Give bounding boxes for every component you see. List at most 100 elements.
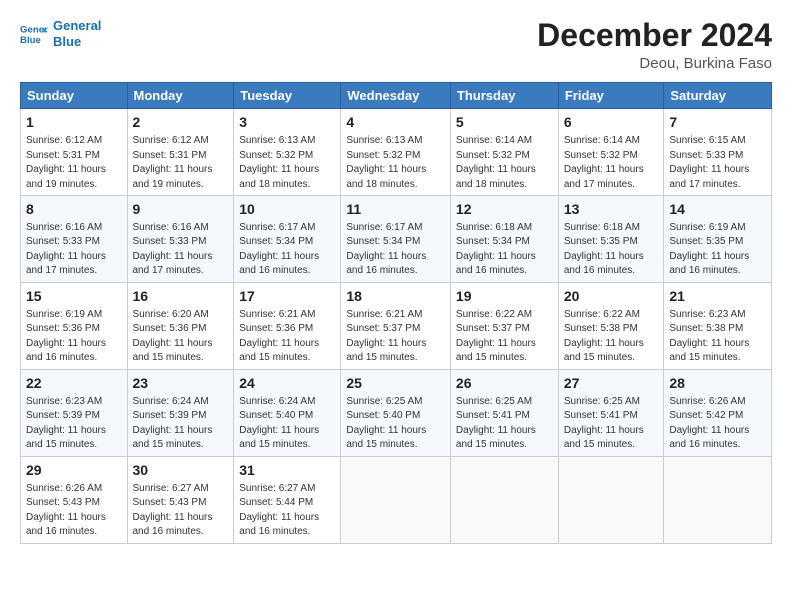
table-row: 20 Sunrise: 6:22 AMSunset: 5:38 PMDayligh…: [558, 282, 664, 369]
calendar-header-row: Sunday Monday Tuesday Wednesday Thursday…: [21, 83, 772, 109]
day-number: 11: [346, 200, 445, 219]
location: Deou, Burkina Faso: [537, 55, 772, 72]
day-info: Sunrise: 6:19 AMSunset: 5:35 PMDaylight:…: [669, 222, 749, 277]
day-number: 4: [346, 113, 445, 132]
page: General Blue General Blue December 2024 …: [0, 0, 792, 554]
table-row: 16 Sunrise: 6:20 AMSunset: 5:36 PMDayligh…: [127, 282, 234, 369]
day-info: Sunrise: 6:22 AMSunset: 5:38 PMDaylight:…: [564, 309, 644, 364]
day-number: 8: [26, 200, 122, 219]
col-friday: Friday: [558, 83, 664, 109]
day-number: 27: [564, 374, 659, 393]
day-number: 30: [133, 461, 229, 480]
day-info: Sunrise: 6:17 AMSunset: 5:34 PMDaylight:…: [346, 222, 426, 277]
day-info: Sunrise: 6:22 AMSunset: 5:37 PMDaylight:…: [456, 309, 536, 364]
month-title: December 2024: [537, 18, 772, 53]
day-number: 3: [239, 113, 335, 132]
table-row: 7 Sunrise: 6:15 AMSunset: 5:33 PMDaylight…: [664, 109, 772, 196]
logo-general: General: [53, 18, 101, 33]
table-row: 23Sunrise: 6:24 AMSunset: 5:39 PMDayligh…: [127, 369, 234, 456]
day-info: Sunrise: 6:27 AMSunset: 5:44 PMDaylight:…: [239, 483, 319, 538]
table-row: 4Sunrise: 6:13 AMSunset: 5:32 PMDaylight…: [341, 109, 451, 196]
day-number: 19: [456, 287, 553, 306]
table-row: 17Sunrise: 6:21 AMSunset: 5:36 PMDayligh…: [234, 282, 341, 369]
day-info: Sunrise: 6:23 AMSunset: 5:38 PMDaylight:…: [669, 309, 749, 364]
table-row: 9Sunrise: 6:16 AMSunset: 5:33 PMDaylight…: [127, 196, 234, 283]
table-row: 19 Sunrise: 6:22 AMSunset: 5:37 PMDayligh…: [450, 282, 558, 369]
day-info: Sunrise: 6:23 AMSunset: 5:39 PMDaylight:…: [26, 396, 106, 451]
day-number: 6: [564, 113, 659, 132]
logo-text-block: General Blue: [53, 18, 101, 49]
day-number: 9: [133, 200, 229, 219]
day-info: Sunrise: 6:17 AMSunset: 5:34 PMDaylight:…: [239, 222, 319, 277]
day-number: 28: [669, 374, 766, 393]
day-info: Sunrise: 6:25 AMSunset: 5:41 PMDaylight:…: [564, 396, 644, 451]
table-row: 31 Sunrise: 6:27 AMSunset: 5:44 PMDayligh…: [234, 456, 341, 543]
day-number: 24: [239, 374, 335, 393]
table-row: 13 Sunrise: 6:18 AMSunset: 5:35 PMDayligh…: [558, 196, 664, 283]
table-row: 26 Sunrise: 6:25 AMSunset: 5:41 PMDayligh…: [450, 369, 558, 456]
table-row: [558, 456, 664, 543]
calendar-week-row: 15 Sunrise: 6:19 AMSunset: 5:36 PMDayligh…: [21, 282, 772, 369]
table-row: 8 Sunrise: 6:16 AMSunset: 5:33 PMDaylight…: [21, 196, 128, 283]
day-number: 22: [26, 374, 122, 393]
table-row: 22 Sunrise: 6:23 AMSunset: 5:39 PMDayligh…: [21, 369, 128, 456]
title-block: December 2024 Deou, Burkina Faso: [537, 18, 772, 72]
day-info: Sunrise: 6:18 AMSunset: 5:35 PMDaylight:…: [564, 222, 644, 277]
day-info: Sunrise: 6:20 AMSunset: 5:36 PMDaylight:…: [133, 309, 213, 364]
day-info: Sunrise: 6:24 AMSunset: 5:40 PMDaylight:…: [239, 396, 319, 451]
col-tuesday: Tuesday: [234, 83, 341, 109]
table-row: 1Sunrise: 6:12 AMSunset: 5:31 PMDaylight…: [21, 109, 128, 196]
day-info: Sunrise: 6:19 AMSunset: 5:36 PMDaylight:…: [26, 309, 106, 364]
day-info: Sunrise: 6:16 AMSunset: 5:33 PMDaylight:…: [26, 222, 106, 277]
day-info: Sunrise: 6:13 AMSunset: 5:32 PMDaylight:…: [239, 135, 319, 190]
table-row: 30Sunrise: 6:27 AMSunset: 5:43 PMDayligh…: [127, 456, 234, 543]
col-wednesday: Wednesday: [341, 83, 451, 109]
day-info: Sunrise: 6:25 AMSunset: 5:40 PMDaylight:…: [346, 396, 426, 451]
day-info: Sunrise: 6:25 AMSunset: 5:41 PMDaylight:…: [456, 396, 536, 451]
table-row: [664, 456, 772, 543]
day-number: 7: [669, 113, 766, 132]
col-sunday: Sunday: [21, 83, 128, 109]
day-info: Sunrise: 6:14 AMSunset: 5:32 PMDaylight:…: [456, 135, 536, 190]
table-row: 18 Sunrise: 6:21 AMSunset: 5:37 PMDayligh…: [341, 282, 451, 369]
col-monday: Monday: [127, 83, 234, 109]
logo-blue: Blue: [53, 34, 81, 49]
day-number: 5: [456, 113, 553, 132]
table-row: 29 Sunrise: 6:26 AMSunset: 5:43 PMDayligh…: [21, 456, 128, 543]
day-info: Sunrise: 6:26 AMSunset: 5:43 PMDaylight:…: [26, 483, 106, 538]
day-number: 25: [346, 374, 445, 393]
day-info: Sunrise: 6:18 AMSunset: 5:34 PMDaylight:…: [456, 222, 536, 277]
logo: General Blue General Blue: [20, 18, 101, 49]
day-number: 1: [26, 113, 122, 132]
table-row: 5 Sunrise: 6:14 AMSunset: 5:32 PMDaylight…: [450, 109, 558, 196]
day-info: Sunrise: 6:15 AMSunset: 5:33 PMDaylight:…: [669, 135, 749, 190]
day-number: 16: [133, 287, 229, 306]
day-info: Sunrise: 6:21 AMSunset: 5:37 PMDaylight:…: [346, 309, 426, 364]
table-row: [450, 456, 558, 543]
day-info: Sunrise: 6:12 AMSunset: 5:31 PMDaylight:…: [133, 135, 213, 190]
table-row: 3 Sunrise: 6:13 AMSunset: 5:32 PMDaylight…: [234, 109, 341, 196]
day-number: 2: [133, 113, 229, 132]
calendar-week-row: 29 Sunrise: 6:26 AMSunset: 5:43 PMDayligh…: [21, 456, 772, 543]
day-number: 13: [564, 200, 659, 219]
table-row: 10 Sunrise: 6:17 AMSunset: 5:34 PMDayligh…: [234, 196, 341, 283]
day-number: 10: [239, 200, 335, 219]
calendar-week-row: 22 Sunrise: 6:23 AMSunset: 5:39 PMDayligh…: [21, 369, 772, 456]
day-number: 18: [346, 287, 445, 306]
table-row: 21Sunrise: 6:23 AMSunset: 5:38 PMDayligh…: [664, 282, 772, 369]
table-row: 24 Sunrise: 6:24 AMSunset: 5:40 PMDayligh…: [234, 369, 341, 456]
svg-text:Blue: Blue: [20, 34, 41, 45]
day-number: 12: [456, 200, 553, 219]
calendar-week-row: 8 Sunrise: 6:16 AMSunset: 5:33 PMDaylight…: [21, 196, 772, 283]
day-number: 15: [26, 287, 122, 306]
day-number: 29: [26, 461, 122, 480]
day-number: 31: [239, 461, 335, 480]
day-number: 20: [564, 287, 659, 306]
col-saturday: Saturday: [664, 83, 772, 109]
table-row: 2 Sunrise: 6:12 AMSunset: 5:31 PMDaylight…: [127, 109, 234, 196]
header: General Blue General Blue December 2024 …: [20, 18, 772, 72]
table-row: 6Sunrise: 6:14 AMSunset: 5:32 PMDaylight…: [558, 109, 664, 196]
day-number: 17: [239, 287, 335, 306]
calendar-week-row: 1 Sunrise: 6:12 AMSunset: 5:31 PMDaylight…: [21, 109, 772, 196]
day-number: 26: [456, 374, 553, 393]
